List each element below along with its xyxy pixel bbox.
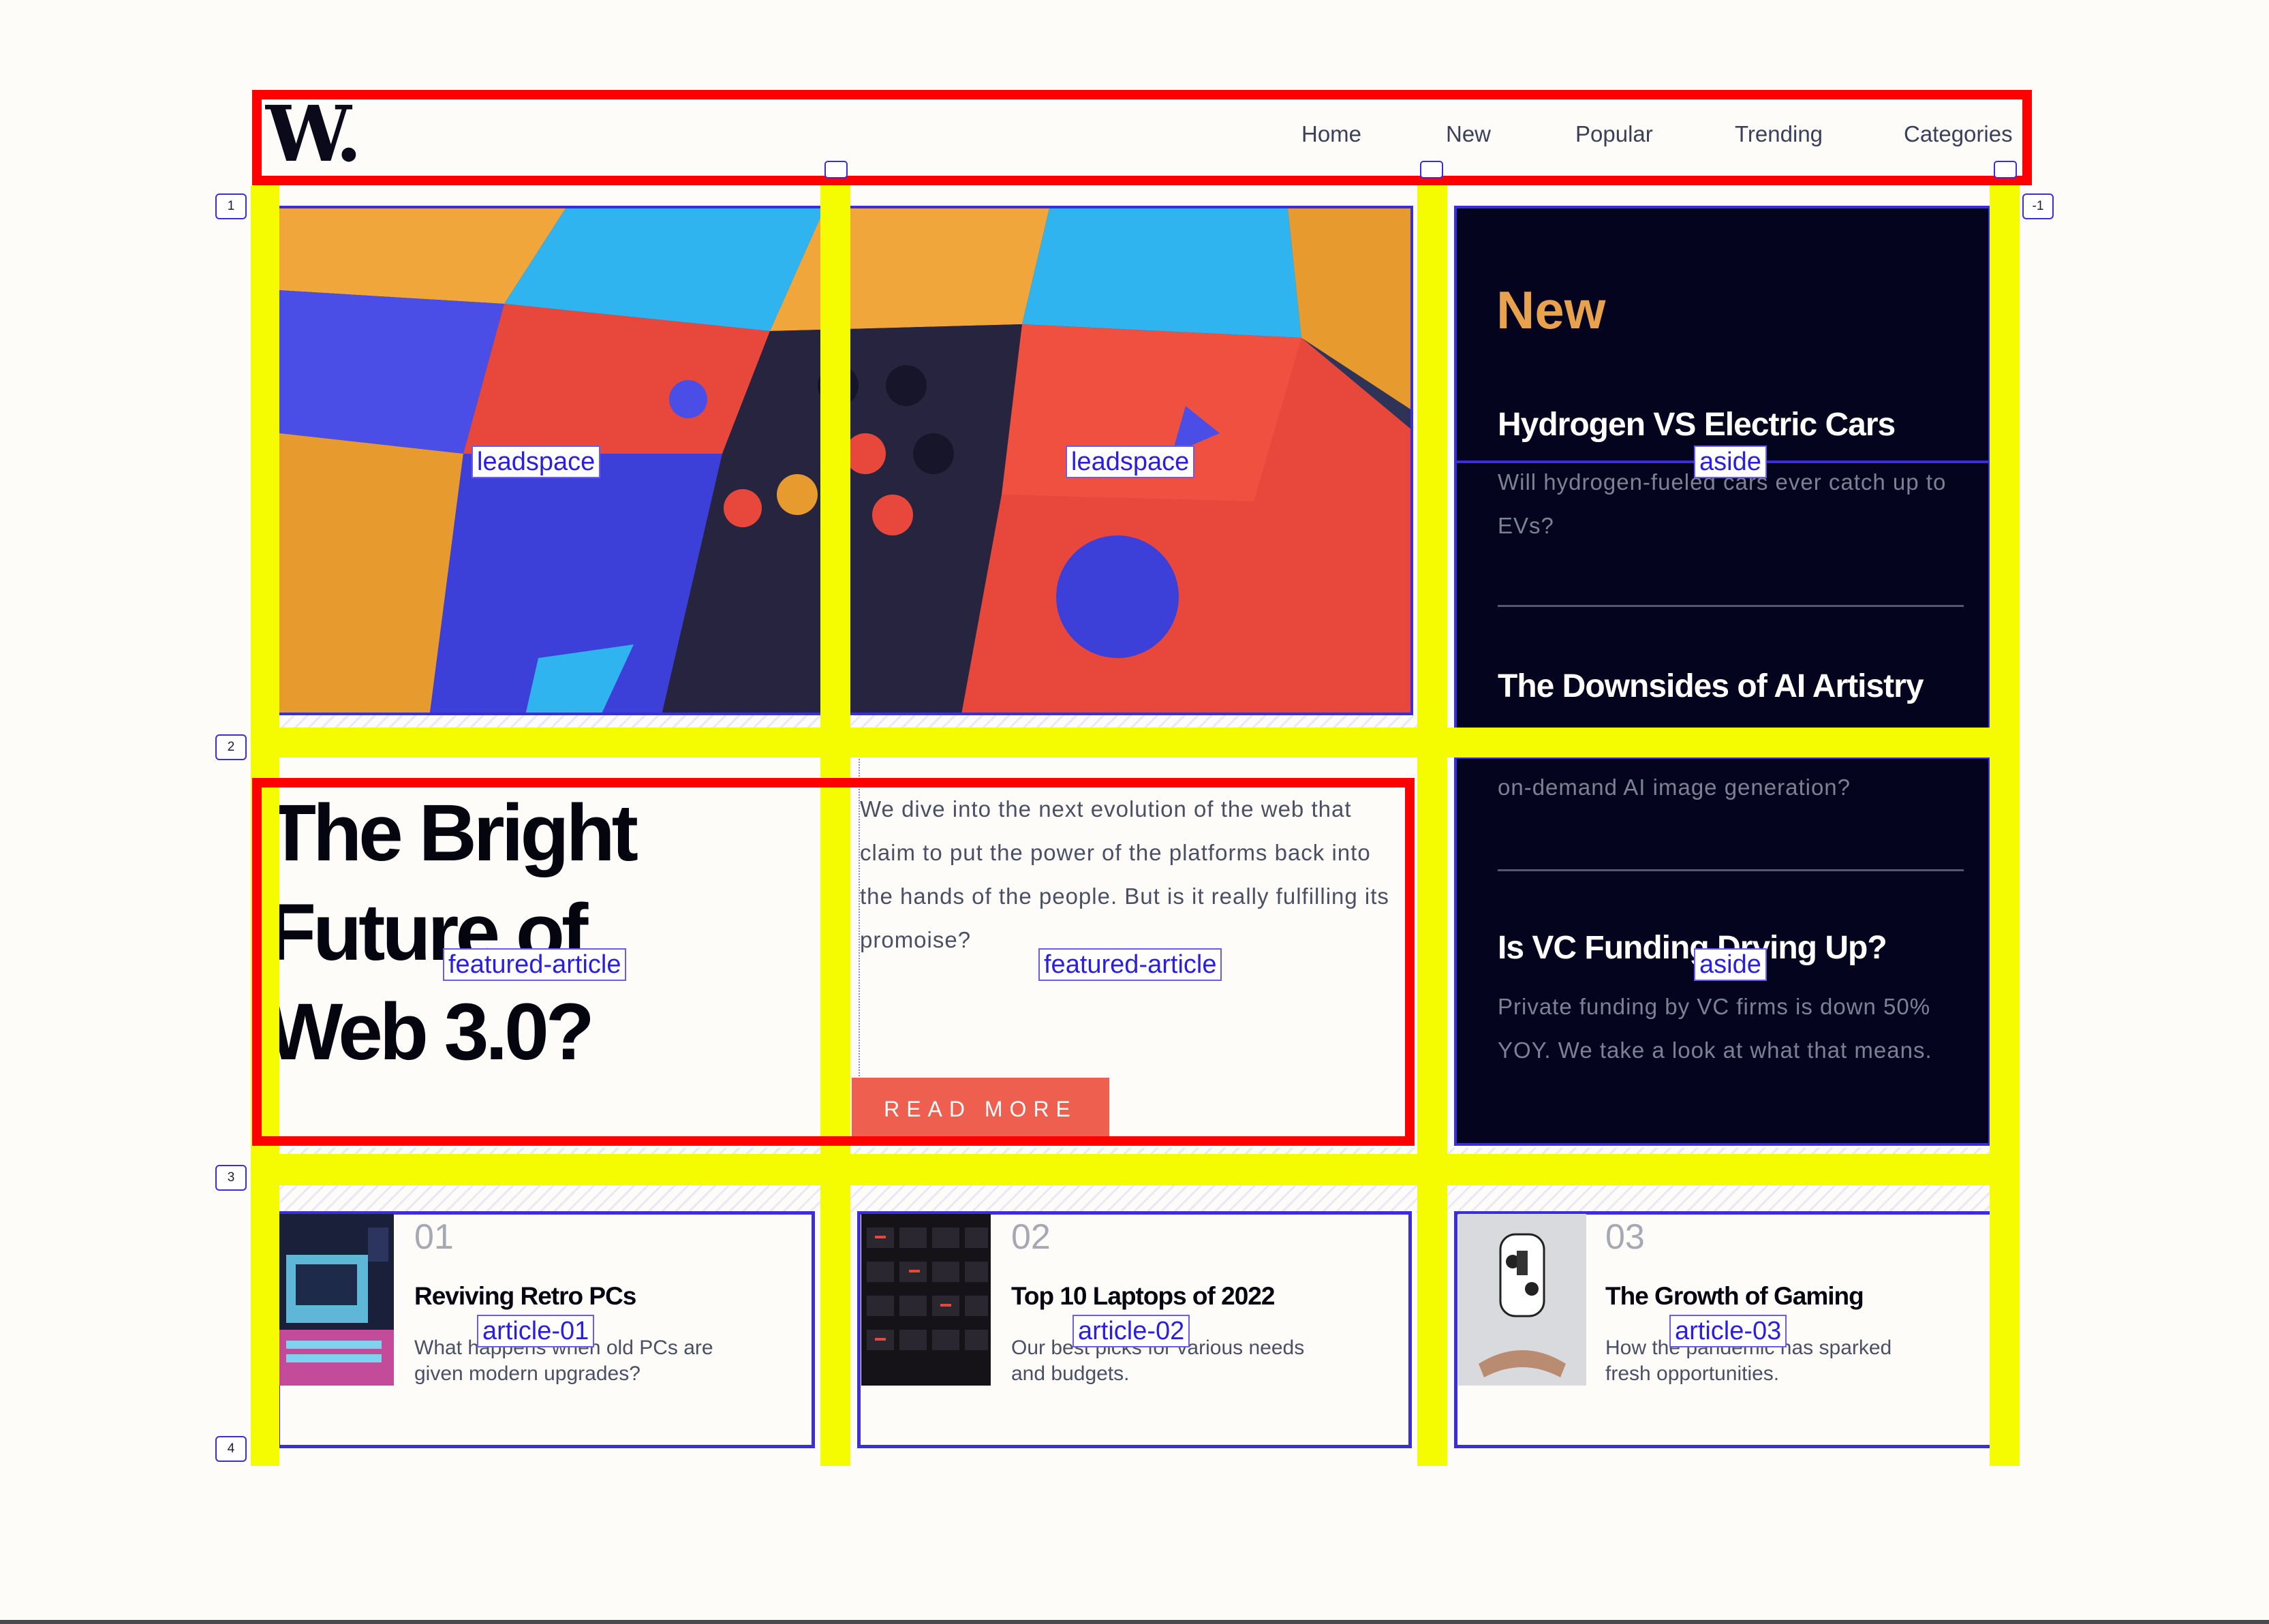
leadspace-image [277,206,1413,715]
aside-divider [1498,605,1964,607]
aside-item-title[interactable]: The Downsides of AI Artistry [1498,668,1924,705]
article-thumbnail [1458,1214,1586,1386]
grid-column-gap [1990,185,2020,1466]
aside-item-desc: on-demand AI image generation? [1498,775,1851,800]
grid-area-label: article-02 [1072,1315,1190,1347]
abstract-blocks-illustration [279,208,1410,713]
grid-area-label: aside [1694,446,1767,478]
article-thumbnail [861,1214,991,1386]
aside-item-desc: Private funding by VC firms is down 50% … [1498,994,1932,1063]
grid-line-number: -1 [2022,193,2054,219]
grid-area-label: article-03 [1669,1315,1787,1347]
grid-line-number: 1 [215,193,247,219]
grid-area-label: aside [1694,948,1767,981]
aside-item-title[interactable]: Is VC Funding Drying Up? [1498,929,1887,967]
game-controller-image [1458,1214,1586,1386]
grid-gap-hatch [266,1148,1996,1213]
grid-area-label: featured-article [443,948,627,981]
grid-column-tick [1420,161,1443,178]
grid-column-tick [1994,161,2017,178]
grid-line-number: 3 [215,1165,247,1191]
grid-area-label: article-01 [477,1315,595,1347]
grid-area-label: leadspace [472,446,601,478]
article-number: 01 [414,1217,454,1257]
read-more-button[interactable]: READ MORE [852,1078,1109,1140]
grid-line-number: 4 [215,1436,247,1462]
article-title[interactable]: The Growth of Gaming [1605,1282,1864,1311]
grid-line-number: 2 [215,734,247,760]
site-logo[interactable]: W. [266,97,362,173]
nav-home[interactable]: Home [1301,121,1361,147]
retro-pc-image [279,1214,394,1386]
laptop-keyboard-image [861,1214,991,1386]
article-title[interactable]: Reviving Retro PCs [414,1282,636,1311]
nav-trending[interactable]: Trending [1735,121,1823,147]
article-thumbnail [279,1214,394,1386]
bottom-edge [0,1620,2269,1624]
nav-new[interactable]: New [1446,121,1491,147]
aside-section-title: New [1496,280,1606,340]
grid-column-tick [824,161,848,178]
article-title[interactable]: Top 10 Laptops of 2022 [1011,1282,1275,1311]
featured-lede: We dive into the next evolution of the w… [860,796,1389,952]
nav-popular[interactable]: Popular [1575,121,1653,147]
grid-column-gap [1417,185,1447,1466]
aside-item-title[interactable]: Hydrogen VS Electric Cars [1498,406,1896,443]
featured-headline: The Bright Future of Web 3.0? [267,788,638,1077]
article-number: 03 [1605,1217,1645,1257]
grid-gap-hatch [266,715,1417,756]
article-number: 02 [1011,1217,1051,1257]
grid-area-label: leadspace [1066,446,1195,478]
nav-categories[interactable]: Categories [1904,121,2013,147]
aside-divider [1498,869,1964,871]
grid-area-label: featured-article [1038,948,1222,981]
